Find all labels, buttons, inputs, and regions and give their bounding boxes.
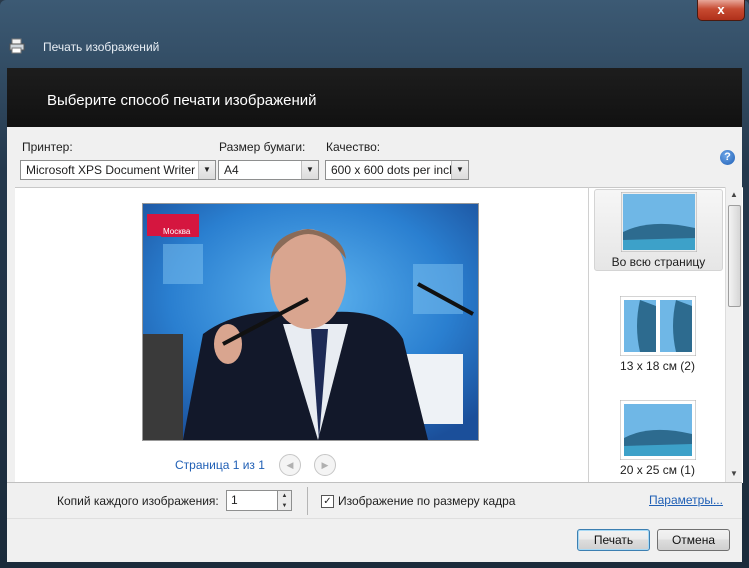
layout-thumbnail <box>619 399 696 461</box>
copies-stepper[interactable]: ▲ ▼ <box>278 490 292 511</box>
chevron-right-icon: ▶ <box>321 460 329 470</box>
help-icon[interactable]: ? <box>720 150 735 165</box>
checkmark-icon: ✓ <box>323 496 332 507</box>
divider <box>7 482 742 483</box>
divider <box>307 487 308 515</box>
cancel-button[interactable]: Отмена <box>657 529 730 551</box>
print-button[interactable]: Печать <box>577 529 650 551</box>
layout-label: Во всю страницу <box>611 255 706 269</box>
scroll-thumb[interactable] <box>728 205 741 307</box>
printer-select-value: Microsoft XPS Document Writer <box>26 163 196 177</box>
chevron-down-icon: ▼ <box>301 161 318 179</box>
options-link[interactable]: Параметры... <box>649 493 723 507</box>
layout-label: 20 x 25 см (1) <box>620 463 695 477</box>
copies-input[interactable]: 1 <box>226 490 278 511</box>
quality-select[interactable]: 600 x 600 dots per inch ▼ <box>325 160 469 180</box>
layout-thumbnail <box>619 295 696 357</box>
printer-select[interactable]: Microsoft XPS Document Writer ▼ <box>20 160 216 180</box>
fit-picture-label: Изображение по размеру кадра <box>338 494 516 508</box>
window-title: Печать изображений <box>43 40 160 54</box>
chevron-down-icon: ▼ <box>451 161 468 179</box>
chevron-left-icon: ◀ <box>286 460 294 470</box>
next-page-button[interactable]: ▶ <box>314 454 336 476</box>
channel-watermark: Москва <box>163 227 191 236</box>
stepper-up-icon[interactable]: ▲ <box>278 491 291 501</box>
layout-item-20x25[interactable]: 20 x 25 см (1) <box>594 399 721 480</box>
paper-size-value: A4 <box>224 163 239 177</box>
paper-size-label: Размер бумаги: <box>219 140 306 154</box>
quality-label: Качество: <box>326 140 381 154</box>
scroll-down-icon[interactable]: ▼ <box>726 466 742 482</box>
layout-label: 13 x 18 см (2) <box>620 359 695 373</box>
quality-value: 600 x 600 dots per inch <box>331 163 456 177</box>
printer-label: Принтер: <box>22 140 73 154</box>
layout-item-full-page[interactable]: Во всю страницу <box>594 189 723 271</box>
prev-page-button[interactable]: ◀ <box>279 454 301 476</box>
layout-scrollbar[interactable]: ▲ ▼ <box>725 187 742 482</box>
header-banner: Выберите способ печати изображений <box>7 68 742 127</box>
photo-illustration <box>143 204 478 440</box>
layout-thumbnail <box>620 191 697 253</box>
copies-label: Копий каждого изображения: <box>57 494 219 508</box>
banner-heading: Выберите способ печати изображений <box>47 92 317 109</box>
page-indicator: Страница 1 из 1 <box>175 458 265 472</box>
preview-pane: Москва Страница 1 из 1 ◀ ▶ <box>15 187 588 483</box>
stepper-down-icon[interactable]: ▼ <box>278 501 291 511</box>
paper-size-select[interactable]: A4 ▼ <box>218 160 319 180</box>
close-button[interactable]: x <box>697 0 745 21</box>
preview-image: Москва <box>142 203 479 441</box>
chevron-down-icon: ▼ <box>198 161 215 179</box>
layout-list: Во всю страницу 13 x 18 см (2) 20 x 25 с… <box>588 187 743 483</box>
fit-picture-checkbox[interactable]: ✓ <box>321 495 334 508</box>
button-bar: Печать Отмена <box>7 518 742 562</box>
dialog-body: Выберите способ печати изображений Принт… <box>7 68 743 562</box>
title-bar[interactable]: Печать изображений x <box>0 0 749 68</box>
printer-icon <box>9 38 25 54</box>
layout-item-13x18[interactable]: 13 x 18 см (2) <box>594 295 721 376</box>
scroll-up-icon[interactable]: ▲ <box>726 187 742 203</box>
print-pictures-window: Печать изображений x Выберите способ печ… <box>0 0 749 568</box>
